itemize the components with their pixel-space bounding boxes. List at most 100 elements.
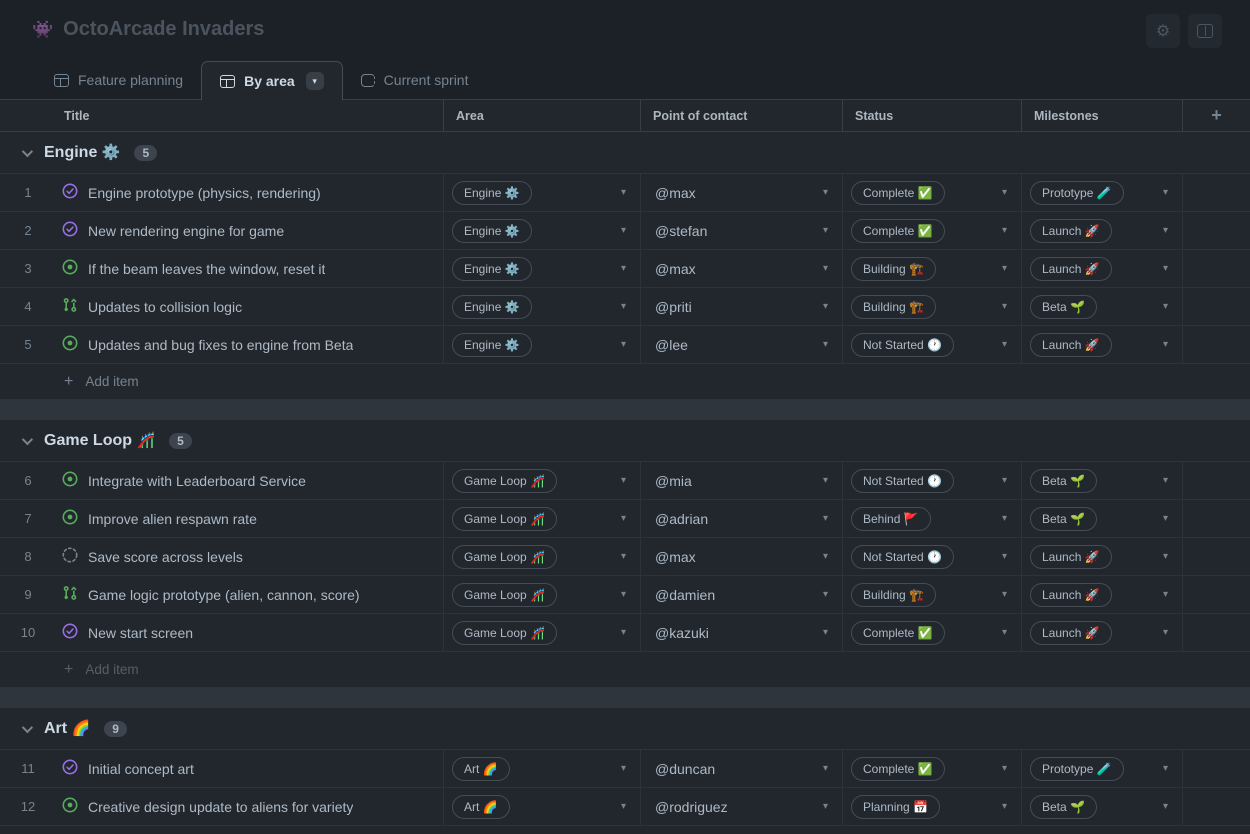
dropdown-caret-icon: ▾ (621, 801, 626, 812)
issue-closed-icon (62, 183, 78, 202)
dropdown-caret-icon: ▾ (621, 551, 626, 562)
column-header-contact[interactable]: Point of contact (641, 100, 843, 131)
contact-cell[interactable]: @max▾ (641, 538, 843, 575)
milestone-cell[interactable]: Launch 🚀▾ (1022, 212, 1183, 249)
status-cell[interactable]: Not Started 🕐▾ (843, 538, 1022, 575)
row-number: 5 (0, 326, 56, 363)
milestone-cell[interactable]: Launch 🚀▾ (1022, 614, 1183, 651)
group-header-art: Art 🌈9 (0, 708, 1250, 750)
project-title-text: OctoArcade Invaders (63, 18, 264, 41)
area-cell[interactable]: Game Loop 🎢▾ (444, 500, 641, 537)
table-icon (220, 75, 235, 88)
issue-closed-icon (62, 759, 78, 778)
column-header-status[interactable]: Status (843, 100, 1022, 131)
row-number: 11 (0, 750, 56, 787)
area-cell[interactable]: Engine ⚙️▾ (444, 212, 641, 249)
item-title-cell[interactable]: Save score across levels (56, 538, 444, 575)
tab-current-sprint[interactable]: Current sprint (343, 61, 487, 99)
contact-cell[interactable]: @max▾ (641, 250, 843, 287)
item-title: Initial concept art (88, 761, 194, 777)
row-number-text: 10 (21, 625, 35, 640)
add-item-button[interactable]: +Add item (0, 652, 1250, 688)
status-cell[interactable]: Building 🏗️▾ (843, 288, 1022, 325)
item-title-cell[interactable]: If the beam leaves the window, reset it (56, 250, 444, 287)
area-cell[interactable]: Art 🌈▾ (444, 788, 641, 825)
tab-options-button[interactable]: ▾ (306, 72, 324, 90)
contact-cell[interactable]: @duncan▾ (641, 750, 843, 787)
add-item-button[interactable]: +Add item (0, 364, 1250, 400)
status-pill: Complete ✅ (851, 219, 945, 243)
row-number-text: 6 (24, 473, 31, 488)
status-cell[interactable]: Complete ✅▾ (843, 750, 1022, 787)
contact-cell[interactable]: @lee▾ (641, 326, 843, 363)
item-title-cell[interactable]: New rendering engine for game (56, 212, 444, 249)
row-number: 6 (0, 462, 56, 499)
contact-cell[interactable]: @adrian▾ (641, 500, 843, 537)
contact-cell[interactable]: @max▾ (641, 174, 843, 211)
contact-cell[interactable]: @damien▾ (641, 576, 843, 613)
milestone-cell[interactable]: Launch 🚀▾ (1022, 326, 1183, 363)
contact-handle: @duncan (655, 761, 715, 777)
milestone-cell[interactable]: Launch 🚀▾ (1022, 538, 1183, 575)
milestone-cell[interactable]: Beta 🌱▾ (1022, 288, 1183, 325)
tab-feature-planning[interactable]: Feature planning (36, 61, 201, 99)
chevron-down-icon[interactable] (22, 145, 33, 156)
milestone-cell[interactable]: Launch 🚀▾ (1022, 576, 1183, 613)
item-title-cell[interactable]: Updates to collision logic (56, 288, 444, 325)
milestone-cell[interactable]: Beta 🌱▾ (1022, 500, 1183, 537)
item-title-cell[interactable]: Updates and bug fixes to engine from Bet… (56, 326, 444, 363)
status-cell[interactable]: Not Started 🕐▾ (843, 462, 1022, 499)
status-cell[interactable]: Complete ✅▾ (843, 174, 1022, 211)
item-title-cell[interactable]: New start screen (56, 614, 444, 651)
area-cell[interactable]: Engine ⚙️▾ (444, 174, 641, 211)
contact-cell[interactable]: @priti▾ (641, 288, 843, 325)
status-cell[interactable]: Building 🏗️▾ (843, 250, 1022, 287)
status-cell[interactable]: Behind 🚩▾ (843, 500, 1022, 537)
empty-cell (1183, 750, 1250, 787)
group-title: Art 🌈 (44, 719, 90, 738)
column-header-title[interactable]: Title (56, 100, 444, 131)
milestone-cell[interactable]: Prototype 🧪▾ (1022, 174, 1183, 211)
item-title-cell[interactable]: Engine prototype (physics, rendering) (56, 174, 444, 211)
tab-by-area[interactable]: By area ▾ (201, 61, 343, 100)
row-number-text: 8 (24, 549, 31, 564)
area-cell[interactable]: Game Loop 🎢▾ (444, 462, 641, 499)
item-title: Save score across levels (88, 549, 243, 565)
area-cell[interactable]: Engine ⚙️▾ (444, 288, 641, 325)
status-cell[interactable]: Planning 📅▾ (843, 788, 1022, 825)
group-title: Game Loop 🎢 (44, 431, 155, 450)
add-column-button[interactable]: + (1183, 100, 1250, 131)
area-cell[interactable]: Engine ⚙️▾ (444, 250, 641, 287)
item-title-cell[interactable]: Game logic prototype (alien, cannon, sco… (56, 576, 444, 613)
chevron-down-icon[interactable] (22, 721, 33, 732)
contact-cell[interactable]: @kazuki▾ (641, 614, 843, 651)
column-header-area[interactable]: Area (444, 100, 641, 131)
contact-cell[interactable]: @rodriguez▾ (641, 788, 843, 825)
contact-cell[interactable]: @mia▾ (641, 462, 843, 499)
item-title-cell[interactable]: Initial concept art (56, 750, 444, 787)
settings-button[interactable]: ⚙ (1146, 14, 1180, 48)
status-cell[interactable]: Complete ✅▾ (843, 614, 1022, 651)
chevron-down-icon[interactable] (22, 433, 33, 444)
milestone-cell[interactable]: Launch 🚀▾ (1022, 250, 1183, 287)
column-header-milestones[interactable]: Milestones (1022, 100, 1183, 131)
item-title-cell[interactable]: Creative design update to aliens for var… (56, 788, 444, 825)
milestone-cell[interactable]: Beta 🌱▾ (1022, 462, 1183, 499)
area-cell[interactable]: Game Loop 🎢▾ (444, 538, 641, 575)
item-title-cell[interactable]: Integrate with Leaderboard Service (56, 462, 444, 499)
area-cell[interactable]: Game Loop 🎢▾ (444, 576, 641, 613)
item-title-cell[interactable]: Improve alien respawn rate (56, 500, 444, 537)
area-pill: Engine ⚙️ (452, 219, 532, 243)
status-cell[interactable]: Building 🏗️▾ (843, 576, 1022, 613)
table-row: 8 Save score across levels Game Loop 🎢▾@ma… (0, 538, 1250, 576)
area-cell[interactable]: Art 🌈▾ (444, 750, 641, 787)
milestone-cell[interactable]: Prototype 🧪▾ (1022, 750, 1183, 787)
side-panel-button[interactable] (1188, 14, 1222, 48)
status-cell[interactable]: Complete ✅▾ (843, 212, 1022, 249)
area-cell[interactable]: Engine ⚙️▾ (444, 326, 641, 363)
milestone-cell[interactable]: Beta 🌱▾ (1022, 788, 1183, 825)
item-title: Engine prototype (physics, rendering) (88, 185, 321, 201)
status-cell[interactable]: Not Started 🕐▾ (843, 326, 1022, 363)
contact-cell[interactable]: @stefan▾ (641, 212, 843, 249)
area-cell[interactable]: Game Loop 🎢▾ (444, 614, 641, 651)
